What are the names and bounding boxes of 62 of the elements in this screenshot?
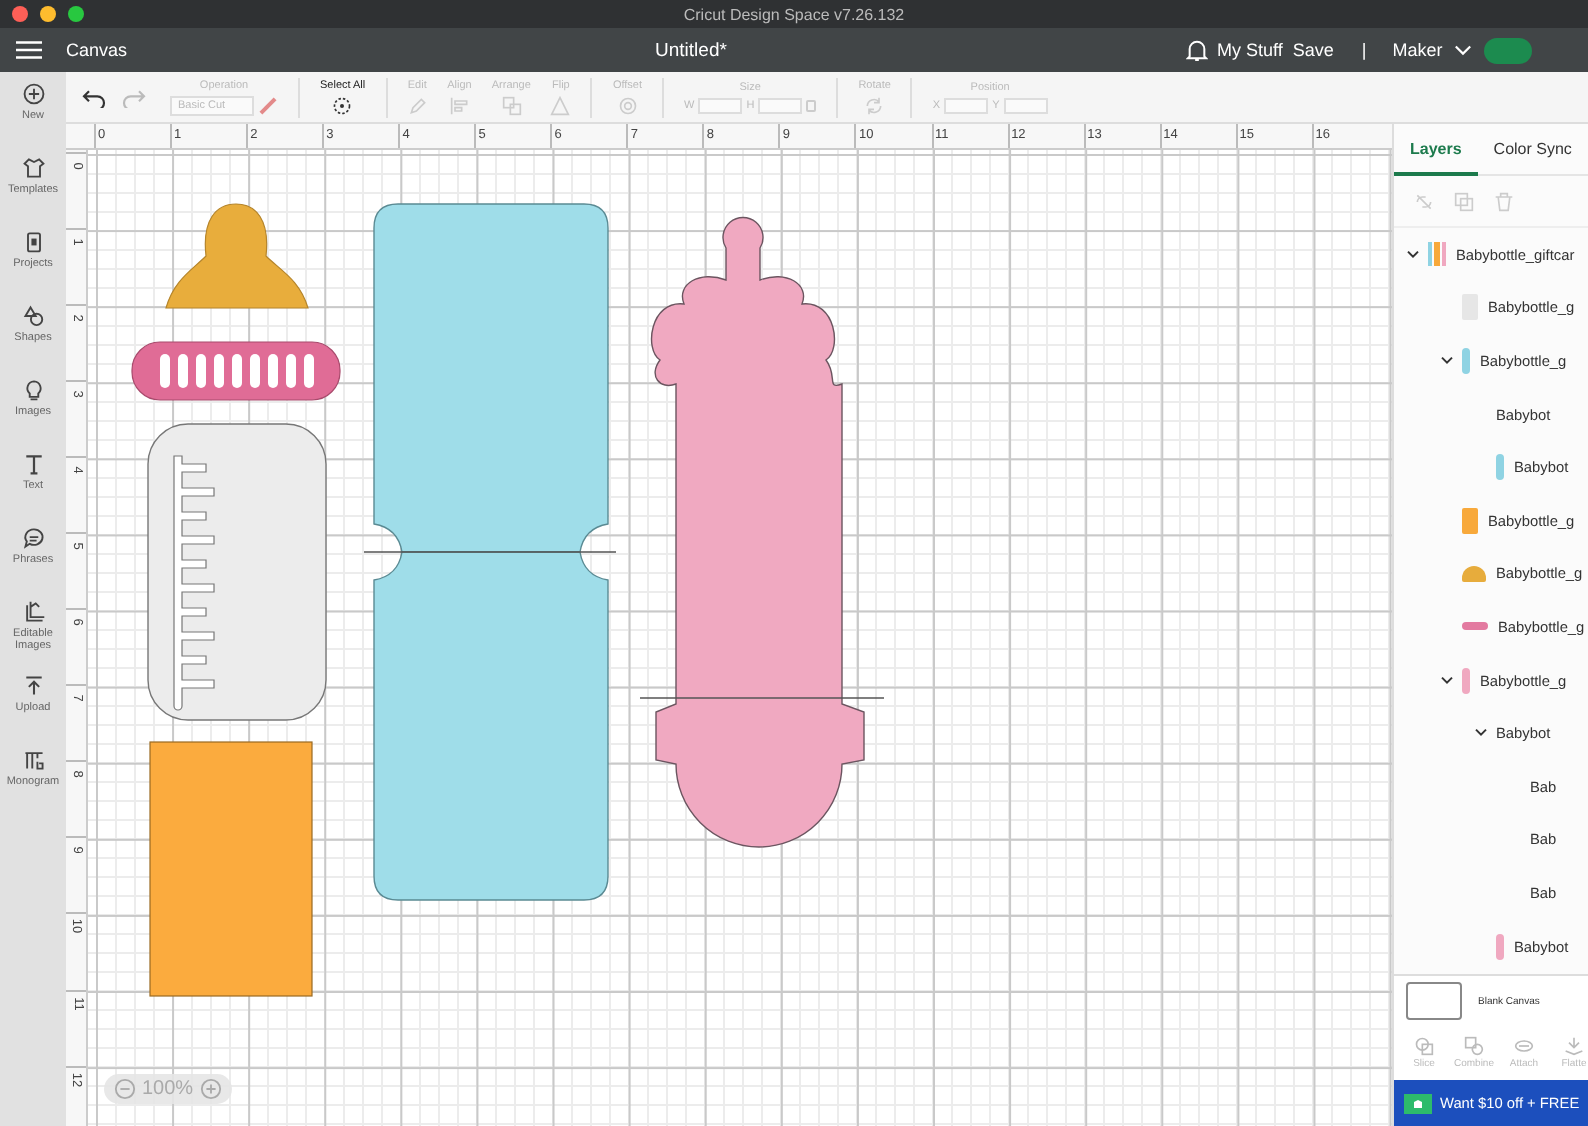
attach-icon xyxy=(1514,1036,1534,1056)
chevron-icon[interactable] xyxy=(1440,675,1456,686)
number-field[interactable] xyxy=(1003,97,1048,113)
speech-bubble-icon xyxy=(21,526,45,550)
zoom-in-icon[interactable] xyxy=(199,1078,222,1100)
plus-circle-icon xyxy=(21,82,45,106)
measurement-card-shape[interactable] xyxy=(147,423,327,721)
redo-icon[interactable] xyxy=(122,87,146,107)
shirt-icon xyxy=(21,156,45,180)
duplicate-icon[interactable] xyxy=(1454,191,1474,211)
panel-tab[interactable]: Layers xyxy=(1394,124,1478,176)
chevron-icon[interactable] xyxy=(1440,355,1456,366)
edit-image-icon xyxy=(21,600,45,624)
number-field[interactable] xyxy=(758,97,803,113)
zoom-icon[interactable] xyxy=(68,6,84,22)
number-field[interactable] xyxy=(944,97,989,113)
undo-icon[interactable] xyxy=(82,87,106,107)
slice-icon xyxy=(1414,1036,1434,1056)
lightbulb-icon xyxy=(21,378,45,402)
save-link[interactable]: Save xyxy=(1292,40,1334,60)
separator: | xyxy=(1361,40,1367,60)
bottle-body-shape[interactable] xyxy=(650,216,865,848)
canvas-thumbnail[interactable] xyxy=(1406,982,1462,1020)
card-panel-shape[interactable] xyxy=(373,551,609,901)
tag-icon xyxy=(1404,1093,1432,1113)
align-icon[interactable] xyxy=(449,95,470,115)
zoom-out-icon[interactable] xyxy=(114,1078,136,1100)
minimize-icon[interactable] xyxy=(40,6,56,22)
upload-icon xyxy=(21,674,45,698)
offset-icon[interactable] xyxy=(617,95,638,115)
toggle-switch[interactable] xyxy=(1484,37,1533,63)
number-field[interactable] xyxy=(698,97,743,113)
shapes-icon xyxy=(21,304,45,328)
machine-dropdown[interactable]: Maker xyxy=(1392,40,1443,60)
bell-icon[interactable] xyxy=(1185,38,1208,62)
text-icon xyxy=(21,452,45,476)
card-panel-shape[interactable] xyxy=(373,203,609,553)
zoom-level: 100% xyxy=(142,1078,194,1100)
arrange-icon[interactable] xyxy=(501,95,522,115)
chevron-icon[interactable] xyxy=(1406,249,1422,260)
flip-icon[interactable] xyxy=(550,95,571,115)
menu-icon[interactable] xyxy=(16,40,42,60)
bottle-band-shape[interactable] xyxy=(131,341,341,401)
clipboard-icon xyxy=(21,230,45,254)
rotate-icon[interactable] xyxy=(864,95,885,115)
select-all-icon[interactable] xyxy=(332,95,353,115)
trash-icon[interactable] xyxy=(1494,191,1514,211)
chevron-icon[interactable] xyxy=(1474,728,1490,739)
panel-tab[interactable]: Color Sync xyxy=(1477,124,1588,176)
flatten-icon xyxy=(1564,1036,1584,1056)
document-title: Untitled* xyxy=(655,39,729,61)
my-stuff-link[interactable]: My Stuff xyxy=(1217,40,1283,60)
layer-thumbnail xyxy=(1428,242,1446,267)
bottle-nipple-shape[interactable] xyxy=(165,203,309,309)
link-icon[interactable] xyxy=(1414,191,1434,211)
caret-icon[interactable] xyxy=(1454,44,1473,56)
close-icon[interactable] xyxy=(12,6,28,22)
monogram-icon xyxy=(21,748,45,772)
rectangle-shape[interactable] xyxy=(149,741,313,997)
window-title: Cricut Design Space v7.26.132 xyxy=(683,5,905,23)
section-title: Canvas xyxy=(66,40,128,60)
combine-icon xyxy=(1464,1036,1484,1056)
